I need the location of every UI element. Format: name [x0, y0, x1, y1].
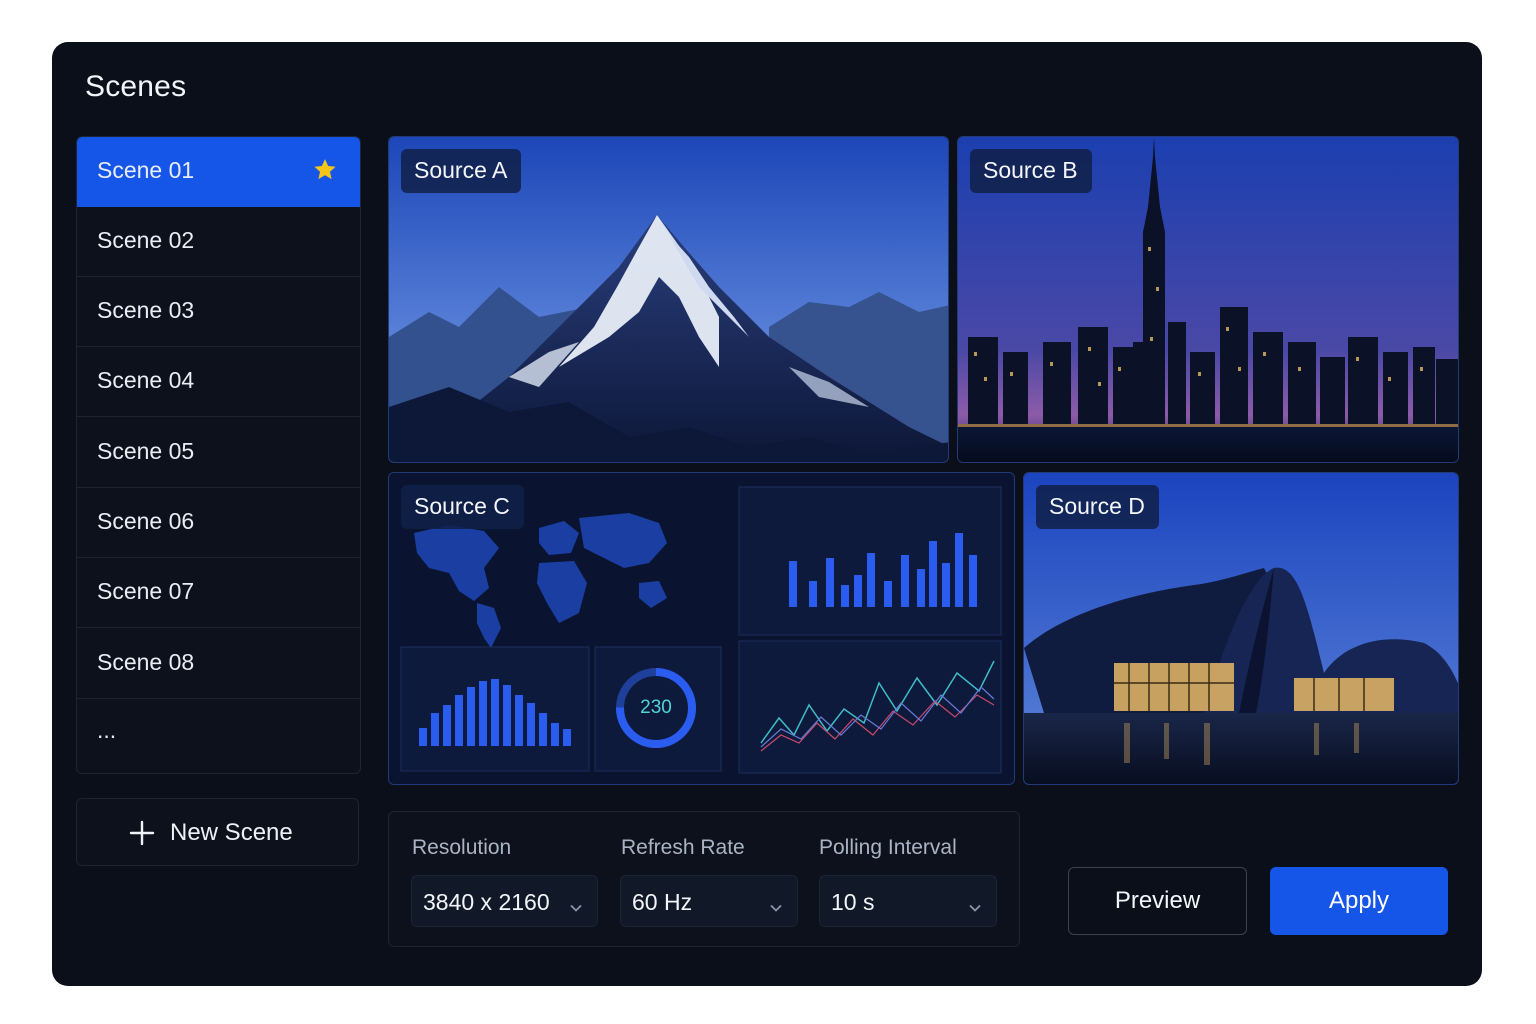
preview-button[interactable]: Preview [1068, 867, 1247, 935]
source-b-label: Source B [970, 149, 1092, 193]
scene-item-05[interactable]: Scene 05 [77, 418, 360, 488]
scene-item-label: Scene 08 [97, 649, 195, 675]
scene-item-label: Scene 03 [97, 297, 195, 323]
resolution-label: Resolution [412, 836, 512, 859]
refresh-rate-label: Refresh Rate [621, 836, 745, 859]
chevron-down-icon [569, 894, 583, 921]
chevron-down-icon [968, 894, 982, 921]
scene-item-08[interactable]: Scene 08 [77, 629, 360, 699]
refresh-rate-select[interactable]: 60 Hz [620, 875, 798, 927]
plus-icon [129, 820, 155, 853]
source-d-tile[interactable]: Source D [1023, 472, 1459, 785]
source-a-tile[interactable]: Source A [388, 136, 949, 463]
scene-item-label: Scene 05 [97, 438, 195, 464]
gauge-value: 230 [640, 697, 672, 718]
output-settings: Resolution Refresh Rate Polling Interval… [388, 811, 1020, 947]
scene-item-04[interactable]: Scene 04 [77, 347, 360, 417]
star-icon[interactable] [312, 157, 338, 189]
source-c-label: Source C [401, 485, 524, 529]
refresh-rate-value: 60 Hz [632, 889, 693, 915]
resolution-value: 3840 x 2160 [423, 889, 550, 915]
scene-item-label: Scene 02 [97, 227, 195, 253]
scene-item-label: Scene 06 [97, 508, 195, 534]
source-b-tile[interactable]: Source B [957, 136, 1459, 463]
more-label: ... [97, 717, 117, 743]
source-d-label: Source D [1036, 485, 1159, 529]
scene-item-01[interactable]: Scene 01 [77, 137, 360, 207]
apply-button[interactable]: Apply [1270, 867, 1448, 935]
chevron-down-icon [769, 894, 783, 921]
source-c-tile[interactable]: 230 Source C [388, 472, 1015, 785]
scene-list: Scene 01 Scene 02 Scene 03 Scene 04 Scen… [76, 136, 361, 774]
more-scenes-item[interactable]: ... [77, 699, 360, 769]
source-a-label: Source A [401, 149, 522, 193]
scene-item-label: Scene 04 [97, 367, 195, 393]
scene-item-label: Scene 07 [97, 578, 195, 604]
new-scene-button[interactable]: New Scene [76, 798, 359, 866]
new-scene-label: New Scene [170, 819, 293, 846]
panel-title: Scenes [85, 70, 187, 103]
resolution-select[interactable]: 3840 x 2160 [411, 875, 598, 927]
scene-item-label: Scene 01 [97, 157, 195, 183]
scene-item-07[interactable]: Scene 07 [77, 558, 360, 628]
scenes-panel: Scenes Scene 01 Scene 02 Scene 03 Scene … [52, 42, 1482, 986]
scene-item-03[interactable]: Scene 03 [77, 277, 360, 347]
polling-interval-value: 10 s [831, 889, 875, 915]
polling-interval-label: Polling Interval [819, 836, 957, 859]
scene-item-02[interactable]: Scene 02 [77, 207, 360, 277]
polling-interval-select[interactable]: 10 s [819, 875, 997, 927]
scene-item-06[interactable]: Scene 06 [77, 488, 360, 558]
